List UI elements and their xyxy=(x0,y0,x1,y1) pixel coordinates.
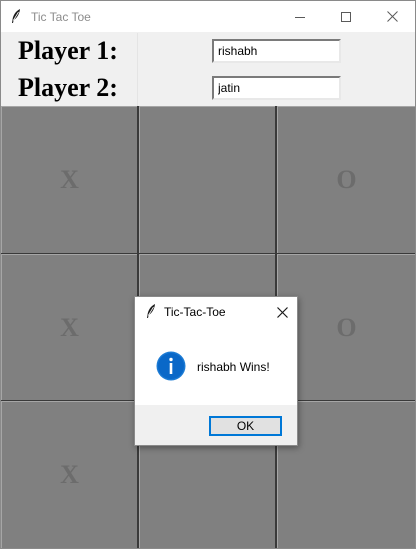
player-1-row: Player 1: xyxy=(1,33,415,70)
player-2-row: Player 2: xyxy=(1,70,415,107)
dialog-close-button[interactable] xyxy=(273,303,291,321)
player-1-name-input[interactable] xyxy=(212,39,341,63)
board-cell-4[interactable]: X xyxy=(1,254,137,400)
dialog-button-bar: OK xyxy=(135,405,297,445)
player-2-name-input[interactable] xyxy=(212,76,341,100)
close-icon xyxy=(276,306,288,318)
title-bar[interactable]: Tic Tac Toe xyxy=(1,1,415,32)
header-divider xyxy=(137,33,138,106)
player-1-label: Player 1: xyxy=(18,36,118,65)
board-cell-2[interactable] xyxy=(139,106,275,253)
board-cell-3[interactable]: O xyxy=(277,106,415,253)
main-window: Tic Tac Toe Player 1: Player 2: X O X O … xyxy=(0,0,416,549)
minimize-icon xyxy=(295,16,305,18)
result-dialog: Tic-Tac-Toe rishabh Wins! OK xyxy=(134,296,298,446)
maximize-icon xyxy=(341,11,351,22)
window-title: Tic Tac Toe xyxy=(31,10,91,24)
minimize-button[interactable] xyxy=(277,1,323,32)
feather-icon xyxy=(145,303,157,324)
close-icon xyxy=(386,11,398,22)
ok-button[interactable]: OK xyxy=(209,416,282,436)
dialog-title: Tic-Tac-Toe xyxy=(164,305,226,319)
maximize-button[interactable] xyxy=(323,1,369,32)
board-cell-1[interactable]: X xyxy=(1,106,137,253)
info-icon xyxy=(156,351,186,386)
board-cell-7[interactable]: X xyxy=(1,401,137,548)
dialog-message: rishabh Wins! xyxy=(197,360,270,374)
player-2-label: Player 2: xyxy=(18,73,118,102)
close-button[interactable] xyxy=(369,1,415,32)
feather-icon xyxy=(10,8,22,27)
